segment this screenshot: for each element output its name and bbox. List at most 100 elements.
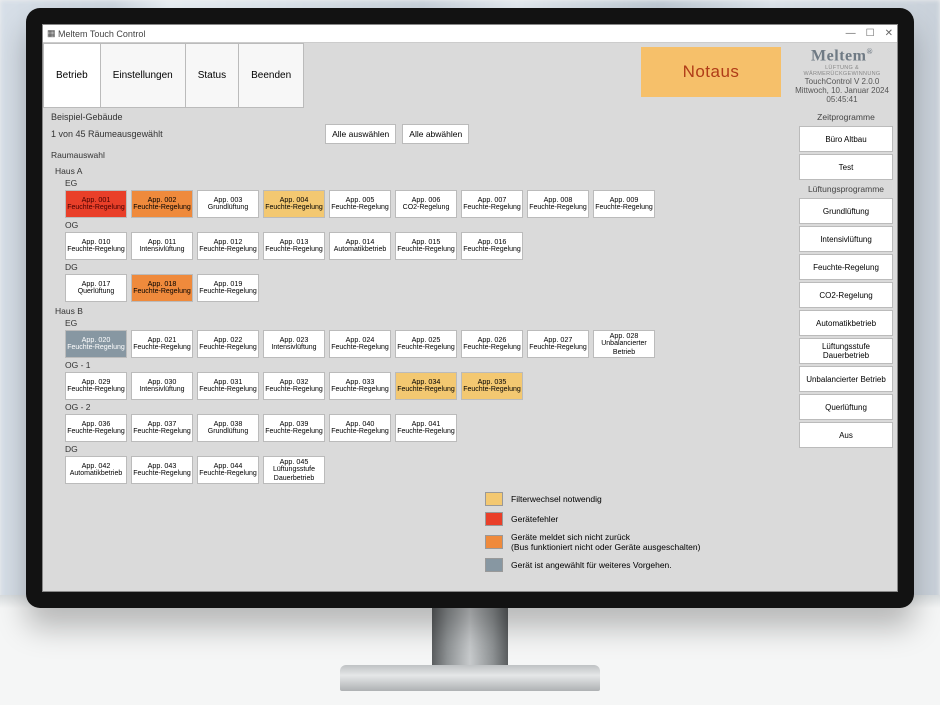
room-tile[interactable]: App. 043Feuchte-Regelung — [131, 456, 193, 484]
lueftungsprogramm-button[interactable]: Automatikbetrieb — [799, 310, 893, 336]
room-tile[interactable]: App. 030Intensivlüftung — [131, 372, 193, 400]
room-mode: Feuchte-Regelung — [397, 386, 455, 394]
room-tile[interactable]: App. 001Feuchte-Regelung — [65, 190, 127, 218]
app-window: ▦ Meltem Touch Control — ☐ ✕ BetriebEins… — [42, 24, 898, 592]
window-close-button[interactable]: ✕ — [885, 28, 893, 39]
room-id: App. 012 — [214, 238, 243, 247]
room-tile[interactable]: App. 007Feuchte-Regelung — [461, 190, 523, 218]
lueftungsprogramm-button[interactable]: Feuchte-Regelung — [799, 254, 893, 280]
room-id: App. 032 — [280, 378, 309, 387]
room-tile[interactable]: App. 028Unbalancierter Betrieb — [593, 330, 655, 358]
zeitprogramm-button[interactable]: Test — [799, 154, 893, 180]
room-tile[interactable]: App. 016Feuchte-Regelung — [461, 232, 523, 260]
room-tile[interactable]: App. 025Feuchte-Regelung — [395, 330, 457, 358]
room-tile[interactable]: App. 042Automatikbetrieb — [65, 456, 127, 484]
room-id: App. 035 — [478, 378, 507, 387]
room-tile[interactable]: App. 022Feuchte-Regelung — [197, 330, 259, 358]
zeitprogramm-button[interactable]: Büro Altbau — [799, 126, 893, 152]
lueftungsprogramm-button[interactable]: Grundlüftung — [799, 198, 893, 224]
room-id: App. 001 — [82, 196, 111, 205]
lueftungsprogramm-button[interactable]: Lüftungsstufe Dauerbetrieb — [799, 338, 893, 364]
room-tile[interactable]: App. 045Lüftungsstufe Dauerbetrieb — [263, 456, 325, 484]
room-tile[interactable]: App. 044Feuchte-Regelung — [197, 456, 259, 484]
room-mode: Feuchte-Regelung — [133, 204, 191, 212]
room-mode: Feuchte-Regelung — [199, 246, 257, 254]
room-tile[interactable]: App. 037Feuchte-Regelung — [131, 414, 193, 442]
room-mode: Feuchte-Regelung — [67, 204, 125, 212]
room-tile[interactable]: App. 036Feuchte-Regelung — [65, 414, 127, 442]
room-tile[interactable]: App. 012Feuchte-Regelung — [197, 232, 259, 260]
room-tile[interactable]: App. 006CO2-Regelung — [395, 190, 457, 218]
room-mode: Feuchte-Regelung — [529, 204, 587, 212]
room-tile[interactable]: App. 023Intensivlüftung — [263, 330, 325, 358]
room-tile[interactable]: App. 015Feuchte-Regelung — [395, 232, 457, 260]
room-tile[interactable]: App. 019Feuchte-Regelung — [197, 274, 259, 302]
room-tile[interactable]: App. 021Feuchte-Regelung — [131, 330, 193, 358]
room-tile[interactable]: App. 010Feuchte-Regelung — [65, 232, 127, 260]
room-tile[interactable]: App. 026Feuchte-Regelung — [461, 330, 523, 358]
room-id: App. 005 — [346, 196, 375, 205]
menu-item-beenden[interactable]: Beenden — [238, 43, 304, 108]
room-mode: Grundlüftung — [208, 204, 248, 212]
room-tile[interactable]: App. 004Feuchte-Regelung — [263, 190, 325, 218]
room-tile[interactable]: App. 005Feuchte-Regelung — [329, 190, 391, 218]
legend-label-filter: Filterwechsel notwendig — [511, 494, 602, 504]
selection-count: 1 von 45 Räumeausgewählt — [51, 129, 163, 139]
room-tile[interactable]: App. 033Feuchte-Regelung — [329, 372, 391, 400]
room-tile[interactable]: App. 039Feuchte-Regelung — [263, 414, 325, 442]
room-id: App. 021 — [148, 336, 177, 345]
window-maximize-button[interactable]: ☐ — [866, 28, 875, 39]
room-tile[interactable]: App. 003Grundlüftung — [197, 190, 259, 218]
select-all-button[interactable]: Alle auswählen — [325, 124, 396, 144]
lueftungsprogramm-button[interactable]: Querlüftung — [799, 394, 893, 420]
room-tile[interactable]: App. 009Feuchte-Regelung — [593, 190, 655, 218]
brand-tagline: LÜFTUNG & WÄRMERÜCKGEWINNUNG — [789, 65, 895, 77]
lueftungsprogramme-header: Lüftungsprogramme — [799, 182, 893, 196]
lueftungsprogramm-button[interactable]: Unbalancierter Betrieb — [799, 366, 893, 392]
legend-swatch-error — [485, 512, 503, 526]
room-id: App. 037 — [148, 420, 177, 429]
room-tile[interactable]: App. 018Feuchte-Regelung — [131, 274, 193, 302]
building-name: Beispiel-Gebäude — [51, 112, 789, 122]
room-tile[interactable]: App. 041Feuchte-Regelung — [395, 414, 457, 442]
deselect-all-button[interactable]: Alle abwählen — [402, 124, 469, 144]
lueftungsprogramm-button[interactable]: Intensivlüftung — [799, 226, 893, 252]
room-tile[interactable]: App. 008Feuchte-Regelung — [527, 190, 589, 218]
room-tile[interactable]: App. 029Feuchte-Regelung — [65, 372, 127, 400]
menu-item-betrieb[interactable]: Betrieb — [43, 43, 100, 108]
emergency-stop-button[interactable]: Notaus — [641, 47, 781, 97]
room-id: App. 018 — [148, 280, 177, 289]
room-id: App. 006 — [412, 196, 441, 205]
room-tile[interactable]: App. 002Feuchte-Regelung — [131, 190, 193, 218]
room-tile[interactable]: App. 017Querlüftung — [65, 274, 127, 302]
room-tile[interactable]: App. 014Automatikbetrieb — [329, 232, 391, 260]
room-id: App. 009 — [610, 196, 639, 205]
room-tile[interactable]: App. 032Feuchte-Regelung — [263, 372, 325, 400]
room-tile[interactable]: App. 031Feuchte-Regelung — [197, 372, 259, 400]
room-mode: Feuchte-Regelung — [265, 204, 323, 212]
lueftungsprogramm-button[interactable]: Aus — [799, 422, 893, 448]
window-title: Meltem Touch Control — [58, 29, 145, 39]
room-tile[interactable]: App. 034Feuchte-Regelung — [395, 372, 457, 400]
room-tile[interactable]: App. 038Grundlüftung — [197, 414, 259, 442]
product-version: TouchControl V 2.0.0 — [789, 77, 895, 86]
menu-item-status[interactable]: Status — [185, 43, 238, 108]
room-id: App. 030 — [148, 378, 177, 387]
room-tile[interactable]: App. 040Feuchte-Regelung — [329, 414, 391, 442]
room-tile[interactable]: App. 035Feuchte-Regelung — [461, 372, 523, 400]
room-mode: Feuchte-Regelung — [595, 204, 653, 212]
lueftungsprogramm-button[interactable]: CO2-Regelung — [799, 282, 893, 308]
room-id: App. 015 — [412, 238, 441, 247]
floor-label: DG — [65, 262, 789, 272]
room-tile[interactable]: App. 024Feuchte-Regelung — [329, 330, 391, 358]
room-tile[interactable]: App. 027Feuchte-Regelung — [527, 330, 589, 358]
room-tile[interactable]: App. 013Feuchte-Regelung — [263, 232, 325, 260]
room-id: App. 044 — [214, 462, 243, 471]
legend-label-offline: Geräte meldet sich nicht zurück(Bus funk… — [511, 532, 700, 552]
window-minimize-button[interactable]: — — [846, 28, 856, 39]
room-mode: Grundlüftung — [208, 428, 248, 436]
menu-item-einstellungen[interactable]: Einstellungen — [100, 43, 185, 108]
room-tile[interactable]: App. 011Intensivlüftung — [131, 232, 193, 260]
room-id: App. 023 — [280, 336, 309, 345]
room-tile[interactable]: App. 020Feuchte-Regelung — [65, 330, 127, 358]
